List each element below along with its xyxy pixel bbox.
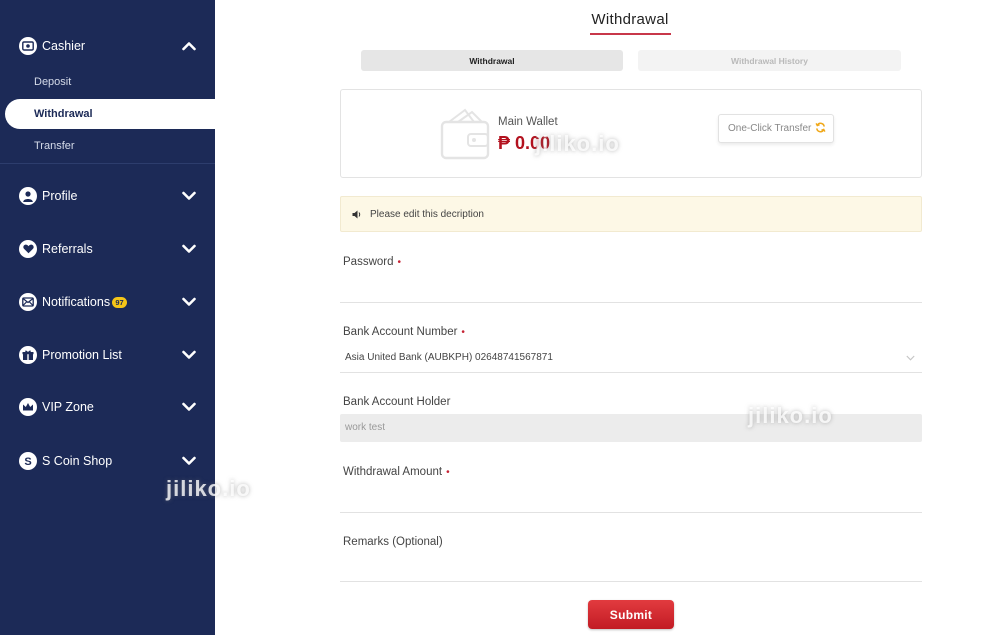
sidebar-subitem-deposit[interactable]: Deposit — [0, 67, 215, 97]
sidebar-item-label: Cashier — [42, 39, 86, 53]
s-coin-icon: S — [19, 452, 37, 470]
wallet-card — [340, 89, 922, 178]
notification-count-badge: 97 — [112, 296, 127, 308]
chevron-down-icon[interactable] — [182, 402, 196, 412]
notice-banner: Please edit this decription — [340, 196, 922, 232]
chevron-down-icon[interactable] — [906, 355, 915, 361]
bank-account-number-label: Bank Account Number • — [343, 326, 465, 338]
bank-account-select[interactable]: Asia United Bank (AUBKPH) 02648741567871 — [345, 352, 553, 363]
main-wallet-label: Main Wallet — [498, 116, 558, 128]
password-label-text: Password — [343, 256, 394, 268]
sidebar-divider — [0, 163, 215, 164]
sidebar-item-referrals[interactable]: Referrals — [0, 234, 215, 264]
sidebar-subitem-transfer[interactable]: Transfer — [0, 131, 215, 161]
bank-account-holder-field: work test — [340, 414, 922, 442]
sidebar-subitem-withdrawal[interactable]: Withdrawal — [5, 99, 215, 129]
required-mark: • — [461, 327, 465, 338]
sidebar-item-label: Promotion List — [42, 348, 122, 362]
chevron-down-icon[interactable] — [182, 350, 196, 360]
mail-icon — [19, 293, 37, 311]
one-click-transfer-button[interactable]: One-Click Transfer — [718, 114, 834, 143]
sidebar-item-notifications[interactable]: Notifications 97 — [0, 287, 215, 317]
field-divider — [340, 512, 922, 513]
field-divider — [340, 581, 922, 582]
chevron-down-icon[interactable] — [182, 191, 196, 201]
heart-icon — [19, 240, 37, 258]
sidebar: Cashier Deposit Withdrawal Transfer Prof… — [0, 0, 215, 635]
required-mark: • — [446, 467, 450, 478]
gift-icon — [19, 346, 37, 364]
svg-text:S: S — [24, 456, 31, 467]
bank-account-holder-label: Bank Account Holder — [343, 396, 451, 408]
withdrawal-amount-label-text: Withdrawal Amount — [343, 466, 443, 478]
required-mark: • — [397, 257, 402, 268]
field-divider — [340, 302, 922, 303]
tab-withdrawal-history[interactable]: Withdrawal History — [638, 50, 901, 71]
bank-account-number-label-text: Bank Account Number — [343, 326, 458, 338]
chevron-down-icon[interactable] — [182, 456, 196, 466]
sidebar-item-s-coin-shop[interactable]: S S Coin Shop — [0, 446, 215, 476]
withdrawal-amount-label: Withdrawal Amount • — [343, 466, 450, 478]
main-wallet-balance: ₱ 0.00 — [498, 133, 551, 153]
one-click-transfer-label: One-Click Transfer — [728, 123, 812, 134]
field-divider — [340, 372, 922, 373]
sidebar-subitem-label: Deposit — [34, 76, 72, 88]
sidebar-item-label: Notifications — [42, 295, 111, 309]
password-label: Password • — [343, 256, 401, 268]
notice-text: Please edit this decription — [370, 209, 484, 220]
withdrawal-amount-field[interactable] — [340, 484, 922, 510]
tab-withdrawal[interactable]: Withdrawal — [361, 50, 623, 71]
wallet-icon — [440, 108, 490, 160]
cashier-icon — [19, 37, 37, 55]
sidebar-item-profile[interactable]: Profile — [0, 181, 215, 211]
sidebar-item-cashier[interactable]: Cashier — [0, 31, 215, 61]
sidebar-item-label: S Coin Shop — [42, 454, 113, 468]
page-title: Withdrawal — [591, 11, 669, 28]
submit-button[interactable]: Submit — [588, 600, 674, 629]
sidebar-item-label: Referrals — [42, 242, 93, 256]
page-title-underline — [590, 33, 671, 35]
speaker-icon — [352, 210, 361, 219]
user-icon — [19, 187, 37, 205]
password-field[interactable] — [340, 274, 922, 300]
crown-icon — [19, 398, 37, 416]
remarks-field[interactable] — [340, 554, 922, 580]
sidebar-subitem-label: Withdrawal — [34, 108, 93, 120]
sidebar-item-promotion-list[interactable]: Promotion List — [0, 340, 215, 370]
chevron-down-icon[interactable] — [182, 297, 196, 307]
chevron-down-icon[interactable] — [182, 244, 196, 254]
chevron-up-icon[interactable] — [182, 41, 196, 51]
sidebar-item-label: Profile — [42, 189, 78, 203]
bank-account-holder-value: work test — [345, 422, 386, 433]
sidebar-item-label: VIP Zone — [42, 400, 94, 414]
refresh-icon — [815, 122, 826, 133]
sidebar-item-vip-zone[interactable]: VIP Zone — [0, 392, 215, 422]
sidebar-subitem-label: Transfer — [34, 140, 75, 152]
remarks-label: Remarks (Optional) — [343, 536, 443, 548]
